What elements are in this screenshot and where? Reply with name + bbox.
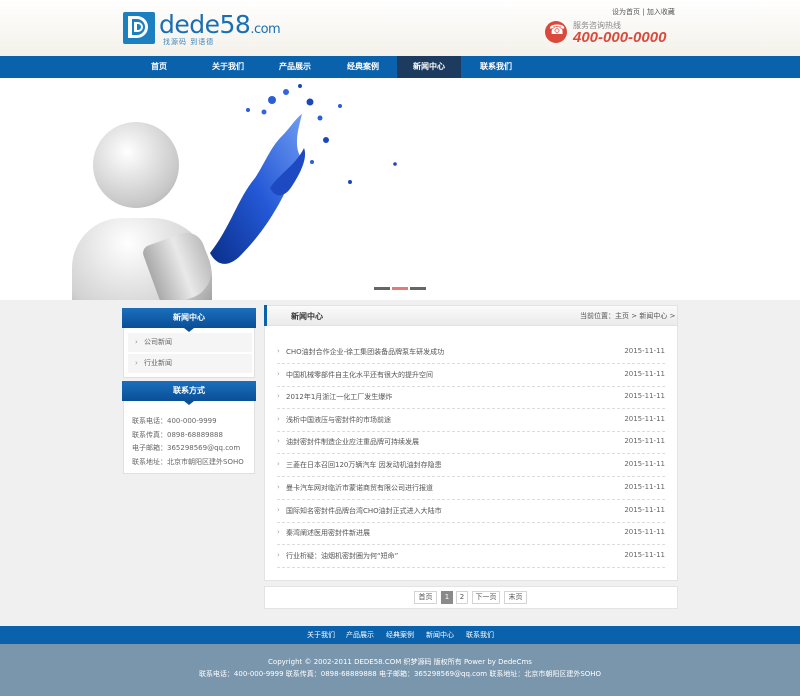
news-date: 2015-11-11 <box>624 551 665 559</box>
news-title[interactable]: 曼卡汽车网对临沂市蒙诺商贸有限公司进行报道 <box>286 483 433 493</box>
contact-phone: 联系电话：400-000-9999 <box>132 417 217 425</box>
news-panel-header-accent <box>264 305 267 326</box>
news-title[interactable]: 三菱在日本召回120万辆汽车 因发动机油封存隐患 <box>286 460 442 470</box>
news-title[interactable]: CHO油封合作企业-徐工集团装备品牌泵车研发成功 <box>286 347 444 357</box>
news-date: 2015-11-11 <box>624 483 665 491</box>
slide-dot-1[interactable] <box>374 287 390 290</box>
bullet-icon: › <box>277 415 280 423</box>
contact-fax: 联系传真：0898-68889888 <box>132 431 223 439</box>
footer-link-about[interactable]: 关于我们 <box>307 630 335 640</box>
news-date: 2015-11-11 <box>624 506 665 514</box>
news-date: 2015-11-11 <box>624 528 665 536</box>
nav-item-news[interactable]: 新闻中心 <box>397 56 461 78</box>
news-date: 2015-11-11 <box>624 437 665 445</box>
footer-copyright: Copyright © 2002-2011 DEDE58.COM 织梦源码 版权… <box>268 658 532 666</box>
site-logo[interactable]: dede58.com 找源码 到语德 <box>123 11 283 46</box>
news-list-item[interactable]: › 国际知名密封件品牌台湾CHO油封正式进入大陆市 2015-11-11 <box>277 501 665 523</box>
news-date: 2015-11-11 <box>624 347 665 355</box>
logo-slogan: 找源码 到语德 <box>163 38 215 46</box>
news-list-item[interactable]: › 中国机械零部件自主化水平还有很大的提升空间 2015-11-11 <box>277 365 665 387</box>
top-links-separator: | <box>642 8 645 16</box>
breadcrumb-separator: > <box>631 312 638 320</box>
contact-email: 电子邮箱：365298569@qq.com <box>132 444 241 452</box>
news-title[interactable]: 秦湾阐述医用密封件新进展 <box>286 528 370 538</box>
news-date: 2015-11-11 <box>624 392 665 400</box>
bullet-icon: › <box>277 347 280 355</box>
news-date: 2015-11-11 <box>624 370 665 378</box>
news-list-item[interactable]: › 曼卡汽车网对临沂市蒙诺商贸有限公司进行报道 2015-11-11 <box>277 478 665 500</box>
pager-first-button[interactable]: 首页 <box>414 591 437 604</box>
sidebar-news-title: 新闻中心 <box>122 308 256 332</box>
paint-splash-graphic <box>210 84 397 264</box>
news-title[interactable]: 中国机械零部件自主化水平还有很大的提升空间 <box>286 370 433 380</box>
nav-item-cases[interactable]: 经典案例 <box>331 56 395 78</box>
news-list-item[interactable]: › 油封密封件制造企业应注重品牌可持续发展 2015-11-11 <box>277 432 665 454</box>
footer-link-contact[interactable]: 联系我们 <box>466 630 494 640</box>
bullet-icon: › <box>277 437 280 445</box>
footer-link-products[interactable]: 产品展示 <box>346 630 374 640</box>
bullet-icon: › <box>277 392 280 400</box>
news-title[interactable]: 浅析中国液压与密封件的市场前途 <box>286 415 391 425</box>
nav-item-contact[interactable]: 联系我们 <box>464 56 528 78</box>
phone-icon <box>545 21 567 43</box>
header: dede58.com 找源码 到语德 设为首页 | 加入收藏 服务咨询热线 40… <box>0 0 800 56</box>
slide-indicators <box>374 284 428 292</box>
nav-item-about[interactable]: 关于我们 <box>196 56 260 78</box>
nav-item-products[interactable]: 产品展示 <box>263 56 327 78</box>
logo-mark-icon <box>123 12 155 44</box>
bullet-icon: › <box>277 506 280 514</box>
bullet-icon: › <box>277 460 280 468</box>
top-links: 设为首页 | 加入收藏 <box>612 7 675 17</box>
news-title[interactable]: 行业析疑：油烟机密封圈为何“短命” <box>286 551 398 561</box>
bullet-icon: › <box>277 551 280 559</box>
bullet-icon: › <box>277 528 280 536</box>
hero-banner[interactable] <box>0 78 800 300</box>
footer-link-news[interactable]: 新闻中心 <box>426 630 454 640</box>
news-list-item[interactable]: › 2012年1月浙江一化工厂发生爆炸 2015-11-11 <box>277 387 665 409</box>
pager-page-1[interactable]: 1 <box>441 591 453 604</box>
contact-address: 联系地址：北京市朝阳区建外SOHO <box>132 458 244 466</box>
hotline-number: 400-000-0000 <box>573 29 667 46</box>
pager-last-button[interactable]: 末页 <box>504 591 527 604</box>
pagination-box <box>264 586 678 609</box>
news-title[interactable]: 2012年1月浙江一化工厂发生爆炸 <box>286 392 392 402</box>
breadcrumb-separator: > <box>669 312 676 320</box>
news-list-item[interactable]: › 浅析中国液压与密封件的市场前途 2015-11-11 <box>277 410 665 432</box>
slide-dot-2[interactable] <box>392 287 408 290</box>
main-nav: 首页 关于我们 产品展示 经典案例 新闻中心 联系我们 <box>0 56 800 78</box>
set-homepage-link[interactable]: 设为首页 <box>612 8 640 16</box>
sidebar-contact-title: 联系方式 <box>122 381 256 405</box>
banner-figure-head <box>93 122 179 208</box>
breadcrumb-prefix: 当前位置： <box>580 312 615 320</box>
footer-link-cases[interactable]: 经典案例 <box>386 630 414 640</box>
nav-item-home[interactable]: 首页 <box>127 56 191 78</box>
news-list-item[interactable]: › 三菱在日本召回120万辆汽车 因发动机油封存隐患 2015-11-11 <box>277 455 665 477</box>
news-date: 2015-11-11 <box>624 460 665 468</box>
pager-next-button[interactable]: 下一页 <box>472 591 500 604</box>
slide-dot-3[interactable] <box>410 287 426 290</box>
news-date: 2015-11-11 <box>624 415 665 423</box>
breadcrumb-news[interactable]: 新闻中心 <box>639 312 667 320</box>
pager-page-2[interactable]: 2 <box>456 591 468 604</box>
news-list-item[interactable]: › 秦湾阐述医用密封件新进展 2015-11-11 <box>277 523 665 545</box>
bullet-icon: › <box>277 483 280 491</box>
news-list-item[interactable]: › 行业析疑：油烟机密封圈为何“短命” 2015-11-11 <box>277 546 665 568</box>
page-title: 新闻中心 <box>291 312 323 321</box>
sidebar-item-company-news[interactable]: 公司新闻 <box>128 333 252 352</box>
sidebar-item-industry-news[interactable]: 行业新闻 <box>128 354 252 373</box>
breadcrumb: 当前位置：主页 > 新闻中心 > <box>580 311 675 321</box>
news-list-item[interactable]: › CHO油封合作企业-徐工集团装备品牌泵车研发成功 2015-11-11 <box>277 342 665 364</box>
footer-contact: 联系电话：400-000-9999 联系传真：0898-68889888 电子邮… <box>198 670 602 678</box>
bullet-icon: › <box>277 370 280 378</box>
breadcrumb-home[interactable]: 主页 <box>615 312 629 320</box>
news-title[interactable]: 国际知名密封件品牌台湾CHO油封正式进入大陆市 <box>286 506 442 516</box>
news-title[interactable]: 油封密封件制造企业应注重品牌可持续发展 <box>286 437 419 447</box>
add-favorite-link[interactable]: 加入收藏 <box>647 8 675 16</box>
